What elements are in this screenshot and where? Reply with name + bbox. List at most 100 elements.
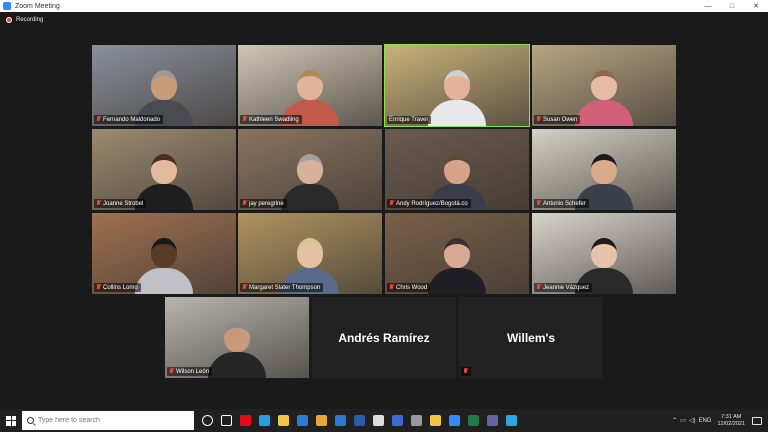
participant-nametag: Kathleen Swadling [240,115,302,124]
zoom-icon[interactable] [445,409,464,432]
participant-name: Antonio Schefer [543,200,586,207]
participant-nametag: Antonio Schefer [534,199,589,208]
muted-mic-icon [96,200,101,207]
participant-nametag [461,367,471,376]
participant-video [428,70,486,126]
participant-video-tile[interactable]: Joanne Strobel [92,129,236,210]
participant-name: Kathleen Swadling [249,116,299,123]
taskbar-search-box[interactable] [22,411,194,430]
participant-video [281,154,339,210]
mail-icon[interactable] [293,409,312,432]
participant-name: Margaret Slater Thompson [249,284,321,291]
participant-video-tile[interactable]: Andy Rodríguez/Bogotá.co [385,129,529,210]
participant-video-tile[interactable]: Fernando Maldonado [92,45,236,126]
skype-icon[interactable] [502,409,521,432]
recording-label: Recording [16,17,44,23]
volume-icon[interactable]: ◁) [689,417,696,424]
muted-mic-icon [96,116,101,123]
store-icon[interactable] [274,409,293,432]
participant-video-tile[interactable]: Jeannie Vázquez [532,213,676,294]
system-tray: ⌃ ▭ ◁) ENG 7:31 AM 12/02/2021 [672,409,768,432]
excel-icon[interactable] [464,409,483,432]
muted-mic-icon [96,284,101,291]
taskbar-apps [198,409,521,432]
edge-icon[interactable] [255,409,274,432]
participant-nametag: Joanne Strobel [94,199,147,208]
zoom-app-icon [3,2,11,10]
participant-video-tile[interactable]: jay peregrine [238,129,382,210]
windows-logo-icon [6,415,16,426]
outlook-icon[interactable] [331,409,350,432]
participant-video [208,322,266,378]
participant-nametag: Fernando Maldonado [94,115,164,124]
system-clock[interactable]: 7:31 AM 12/02/2021 [717,414,745,428]
muted-mic-icon [536,284,541,291]
word-icon[interactable] [350,409,369,432]
participant-name: Wilson León [176,368,210,375]
participant-display-name: Willem's [506,330,556,345]
maximize-button[interactable]: □ [720,0,744,12]
participant-name: Fernando Maldonado [103,116,161,123]
participant-nametag: Andy Rodríguez/Bogotá.co [387,199,471,208]
participant-name: Enrique Traver [389,117,429,123]
close-button[interactable]: ✕ [744,0,768,12]
participant-name: Jeannie Vázquez [543,284,590,291]
muted-mic-icon [169,368,174,375]
participant-nametag: Enrique Traver [387,116,432,124]
participant-nametag: Chris Wood [387,283,431,292]
clock-date: 12/02/2021 [717,420,745,427]
muted-mic-icon [242,116,247,123]
window-title: Zoom Meeting [15,2,60,10]
language-indicator[interactable]: ENG [698,418,711,424]
muted-mic-icon [463,368,468,375]
participant-video [428,238,486,294]
participant-name: Susan Owen [543,116,578,123]
participant-nametag: Collins Lomo [94,283,141,292]
search-input[interactable] [38,417,188,424]
cortana-icon[interactable] [198,409,217,432]
muted-mic-icon [389,284,394,291]
settings-icon[interactable] [369,409,388,432]
participant-video [135,238,193,294]
muted-mic-icon [389,200,394,207]
recording-indicator[interactable]: Recording [6,17,43,23]
minimize-button[interactable]: — [696,0,720,12]
notification-center-icon[interactable] [752,416,762,425]
participant-nametag: Jeannie Vázquez [534,283,593,292]
teams-icon[interactable] [483,409,502,432]
participant-display-name: Andrés Ramírez [338,330,430,345]
participant-name-card[interactable]: Willem's [459,297,603,378]
task-view-icon[interactable] [217,409,236,432]
participant-video-tile[interactable]: Collins Lomo [92,213,236,294]
start-button[interactable] [0,409,22,432]
participant-video-tile[interactable]: Enrique Traver [384,44,530,127]
participant-name: Joanne Strobel [103,200,144,207]
chrome-icon[interactable] [312,409,331,432]
participant-name: Collins Lomo [103,284,138,291]
participant-name-card[interactable]: Andrés Ramírez [312,297,456,378]
recording-icon [6,17,12,23]
window-titlebar: Zoom Meeting — □ ✕ [0,0,768,12]
file-explorer-icon[interactable] [426,409,445,432]
netflix-icon[interactable] [236,409,255,432]
window-controls: — □ ✕ [696,0,768,12]
participant-video-tile[interactable]: Chris Wood [385,213,529,294]
chevron-up-icon[interactable]: ⌃ [672,417,677,424]
network-icon[interactable]: ▭ [680,417,686,424]
meeting-gallery-view: Recording Fernando Maldonado Kathleen Swa… [0,12,768,409]
participant-name: jay peregrine [249,200,284,207]
photos-icon[interactable] [388,409,407,432]
participant-video-tile[interactable]: Antonio Schefer [532,129,676,210]
participant-video-tile[interactable]: Wilson León [165,297,309,378]
muted-mic-icon [536,200,541,207]
participant-video [575,70,633,126]
participant-name: Andy Rodríguez/Bogotá.co [396,200,468,207]
participant-name: Chris Wood [396,284,428,291]
windows-taskbar: ⌃ ▭ ◁) ENG 7:31 AM 12/02/2021 [0,409,768,432]
participant-nametag: Susan Owen [534,115,581,124]
search-icon [27,417,34,424]
participant-video-tile[interactable]: Kathleen Swadling [238,45,382,126]
calculator-icon[interactable] [407,409,426,432]
participant-video-tile[interactable]: Susan Owen [532,45,676,126]
participant-video-tile[interactable]: Margaret Slater Thompson [238,213,382,294]
